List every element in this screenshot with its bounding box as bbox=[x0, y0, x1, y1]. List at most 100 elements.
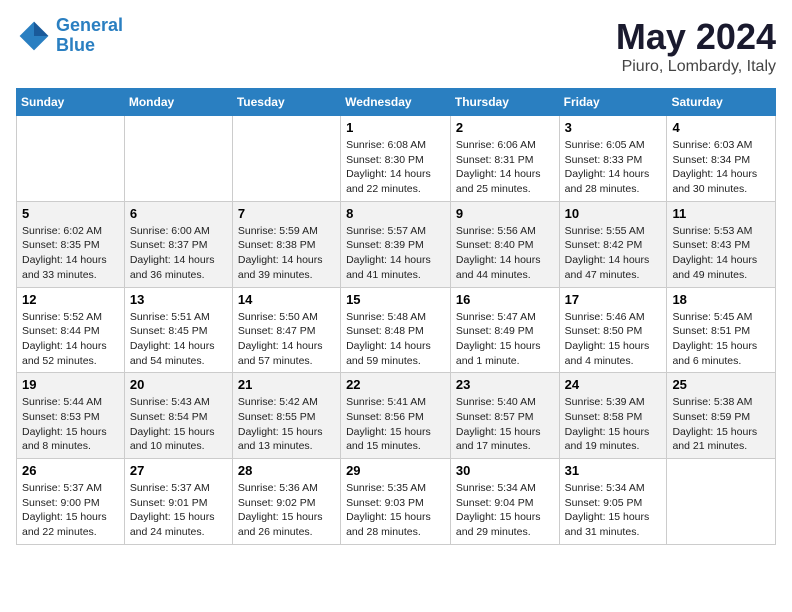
day-info: Sunrise: 5:39 AM Sunset: 8:58 PM Dayligh… bbox=[565, 395, 662, 454]
calendar-week-row: 12 Sunrise: 5:52 AM Sunset: 8:44 PM Dayli… bbox=[17, 287, 776, 373]
calendar-week-row: 1Sunrise: 6:08 AM Sunset: 8:30 PM Daylig… bbox=[17, 116, 776, 202]
day-number: 23 bbox=[456, 377, 554, 392]
day-info: Sunrise: 5:37 AM Sunset: 9:01 PM Dayligh… bbox=[130, 481, 227, 540]
calendar: SundayMondayTuesdayWednesdayThursdayFrid… bbox=[16, 88, 776, 545]
calendar-cell: 26 Sunrise: 5:37 AM Sunset: 9:00 PM Dayli… bbox=[17, 459, 125, 545]
day-info: Sunrise: 5:43 AM Sunset: 8:54 PM Dayligh… bbox=[130, 395, 227, 454]
calendar-cell: 18 Sunrise: 5:45 AM Sunset: 8:51 PM Dayli… bbox=[667, 287, 776, 373]
day-number: 11 bbox=[672, 206, 770, 221]
calendar-cell: 5 Sunrise: 6:02 AM Sunset: 8:35 PM Daylig… bbox=[17, 201, 125, 287]
day-number: 8 bbox=[346, 206, 445, 221]
location: Piuro, Lombardy, Italy bbox=[616, 58, 776, 76]
day-number: 19 bbox=[22, 377, 119, 392]
day-info: Sunrise: 5:44 AM Sunset: 8:53 PM Dayligh… bbox=[22, 395, 119, 454]
day-number: 5 bbox=[22, 206, 119, 221]
day-info: Sunrise: 5:46 AM Sunset: 8:50 PM Dayligh… bbox=[565, 310, 662, 369]
calendar-cell: 8 Sunrise: 5:57 AM Sunset: 8:39 PM Daylig… bbox=[341, 201, 451, 287]
day-info: Sunrise: 6:06 AM Sunset: 8:31 PM Dayligh… bbox=[456, 138, 554, 197]
day-info: Sunrise: 5:40 AM Sunset: 8:57 PM Dayligh… bbox=[456, 395, 554, 454]
day-info: Sunrise: 5:37 AM Sunset: 9:00 PM Dayligh… bbox=[22, 481, 119, 540]
day-info: Sunrise: 5:38 AM Sunset: 8:59 PM Dayligh… bbox=[672, 395, 770, 454]
page-header: General Blue May 2024 Piuro, Lombardy, I… bbox=[16, 16, 776, 76]
logo: General Blue bbox=[16, 16, 123, 56]
day-number: 25 bbox=[672, 377, 770, 392]
calendar-week-row: 26 Sunrise: 5:37 AM Sunset: 9:00 PM Dayli… bbox=[17, 459, 776, 545]
day-number: 30 bbox=[456, 463, 554, 478]
calendar-cell: 30 Sunrise: 5:34 AM Sunset: 9:04 PM Dayli… bbox=[450, 459, 559, 545]
day-info: Sunrise: 5:51 AM Sunset: 8:45 PM Dayligh… bbox=[130, 310, 227, 369]
day-number: 15 bbox=[346, 292, 445, 307]
day-info: Sunrise: 5:53 AM Sunset: 8:43 PM Dayligh… bbox=[672, 224, 770, 283]
day-info: Sunrise: 5:41 AM Sunset: 8:56 PM Dayligh… bbox=[346, 395, 445, 454]
calendar-cell: 17Sunrise: 5:46 AM Sunset: 8:50 PM Dayli… bbox=[559, 287, 667, 373]
weekday-header: Thursday bbox=[450, 89, 559, 116]
day-number: 31 bbox=[565, 463, 662, 478]
day-info: Sunrise: 5:45 AM Sunset: 8:51 PM Dayligh… bbox=[672, 310, 770, 369]
day-info: Sunrise: 5:42 AM Sunset: 8:55 PM Dayligh… bbox=[238, 395, 335, 454]
calendar-cell: 10 Sunrise: 5:55 AM Sunset: 8:42 PM Dayli… bbox=[559, 201, 667, 287]
calendar-cell: 16 Sunrise: 5:47 AM Sunset: 8:49 PM Dayli… bbox=[450, 287, 559, 373]
day-number: 22 bbox=[346, 377, 445, 392]
day-info: Sunrise: 6:03 AM Sunset: 8:34 PM Dayligh… bbox=[672, 138, 770, 197]
day-number: 24 bbox=[565, 377, 662, 392]
day-info: Sunrise: 5:34 AM Sunset: 9:05 PM Dayligh… bbox=[565, 481, 662, 540]
month-title: May 2024 bbox=[616, 16, 776, 58]
calendar-cell: 25 Sunrise: 5:38 AM Sunset: 8:59 PM Dayli… bbox=[667, 373, 776, 459]
calendar-cell: 22 Sunrise: 5:41 AM Sunset: 8:56 PM Dayli… bbox=[341, 373, 451, 459]
day-info: Sunrise: 5:56 AM Sunset: 8:40 PM Dayligh… bbox=[456, 224, 554, 283]
calendar-cell: 28Sunrise: 5:36 AM Sunset: 9:02 PM Dayli… bbox=[232, 459, 340, 545]
day-number: 12 bbox=[22, 292, 119, 307]
weekday-header-row: SundayMondayTuesdayWednesdayThursdayFrid… bbox=[17, 89, 776, 116]
calendar-cell: 13 Sunrise: 5:51 AM Sunset: 8:45 PM Dayli… bbox=[124, 287, 232, 373]
logo-blue: Blue bbox=[56, 35, 95, 55]
day-info: Sunrise: 6:02 AM Sunset: 8:35 PM Dayligh… bbox=[22, 224, 119, 283]
day-info: Sunrise: 5:34 AM Sunset: 9:04 PM Dayligh… bbox=[456, 481, 554, 540]
day-number: 26 bbox=[22, 463, 119, 478]
day-info: Sunrise: 5:52 AM Sunset: 8:44 PM Dayligh… bbox=[22, 310, 119, 369]
calendar-cell bbox=[667, 459, 776, 545]
calendar-cell: 29Sunrise: 5:35 AM Sunset: 9:03 PM Dayli… bbox=[341, 459, 451, 545]
weekday-header: Sunday bbox=[17, 89, 125, 116]
day-number: 4 bbox=[672, 120, 770, 135]
day-number: 9 bbox=[456, 206, 554, 221]
calendar-cell: 23 Sunrise: 5:40 AM Sunset: 8:57 PM Dayli… bbox=[450, 373, 559, 459]
logo-general: General bbox=[56, 15, 123, 35]
calendar-cell: 14 Sunrise: 5:50 AM Sunset: 8:47 PM Dayli… bbox=[232, 287, 340, 373]
day-number: 18 bbox=[672, 292, 770, 307]
day-number: 21 bbox=[238, 377, 335, 392]
day-info: Sunrise: 5:48 AM Sunset: 8:48 PM Dayligh… bbox=[346, 310, 445, 369]
day-number: 14 bbox=[238, 292, 335, 307]
day-info: Sunrise: 5:55 AM Sunset: 8:42 PM Dayligh… bbox=[565, 224, 662, 283]
logo-icon bbox=[16, 18, 52, 54]
day-number: 7 bbox=[238, 206, 335, 221]
calendar-cell bbox=[232, 116, 340, 202]
weekday-header: Monday bbox=[124, 89, 232, 116]
weekday-header: Friday bbox=[559, 89, 667, 116]
day-number: 16 bbox=[456, 292, 554, 307]
calendar-cell: 4 Sunrise: 6:03 AM Sunset: 8:34 PM Daylig… bbox=[667, 116, 776, 202]
calendar-cell: 31 Sunrise: 5:34 AM Sunset: 9:05 PM Dayli… bbox=[559, 459, 667, 545]
day-number: 6 bbox=[130, 206, 227, 221]
day-number: 10 bbox=[565, 206, 662, 221]
logo-text: General Blue bbox=[56, 16, 123, 56]
calendar-cell bbox=[17, 116, 125, 202]
calendar-cell: 27 Sunrise: 5:37 AM Sunset: 9:01 PM Dayli… bbox=[124, 459, 232, 545]
calendar-cell: 21 Sunrise: 5:42 AM Sunset: 8:55 PM Dayli… bbox=[232, 373, 340, 459]
day-info: Sunrise: 5:57 AM Sunset: 8:39 PM Dayligh… bbox=[346, 224, 445, 283]
day-number: 29 bbox=[346, 463, 445, 478]
calendar-week-row: 19 Sunrise: 5:44 AM Sunset: 8:53 PM Dayli… bbox=[17, 373, 776, 459]
day-number: 27 bbox=[130, 463, 227, 478]
day-number: 2 bbox=[456, 120, 554, 135]
calendar-cell: 11 Sunrise: 5:53 AM Sunset: 8:43 PM Dayli… bbox=[667, 201, 776, 287]
day-number: 20 bbox=[130, 377, 227, 392]
day-number: 13 bbox=[130, 292, 227, 307]
day-info: Sunrise: 5:50 AM Sunset: 8:47 PM Dayligh… bbox=[238, 310, 335, 369]
day-number: 28 bbox=[238, 463, 335, 478]
calendar-cell: 3Sunrise: 6:05 AM Sunset: 8:33 PM Daylig… bbox=[559, 116, 667, 202]
calendar-cell: 9 Sunrise: 5:56 AM Sunset: 8:40 PM Daylig… bbox=[450, 201, 559, 287]
day-info: Sunrise: 5:47 AM Sunset: 8:49 PM Dayligh… bbox=[456, 310, 554, 369]
calendar-cell bbox=[124, 116, 232, 202]
day-info: Sunrise: 6:08 AM Sunset: 8:30 PM Dayligh… bbox=[346, 138, 445, 197]
calendar-cell: 15 Sunrise: 5:48 AM Sunset: 8:48 PM Dayli… bbox=[341, 287, 451, 373]
day-info: Sunrise: 6:00 AM Sunset: 8:37 PM Dayligh… bbox=[130, 224, 227, 283]
